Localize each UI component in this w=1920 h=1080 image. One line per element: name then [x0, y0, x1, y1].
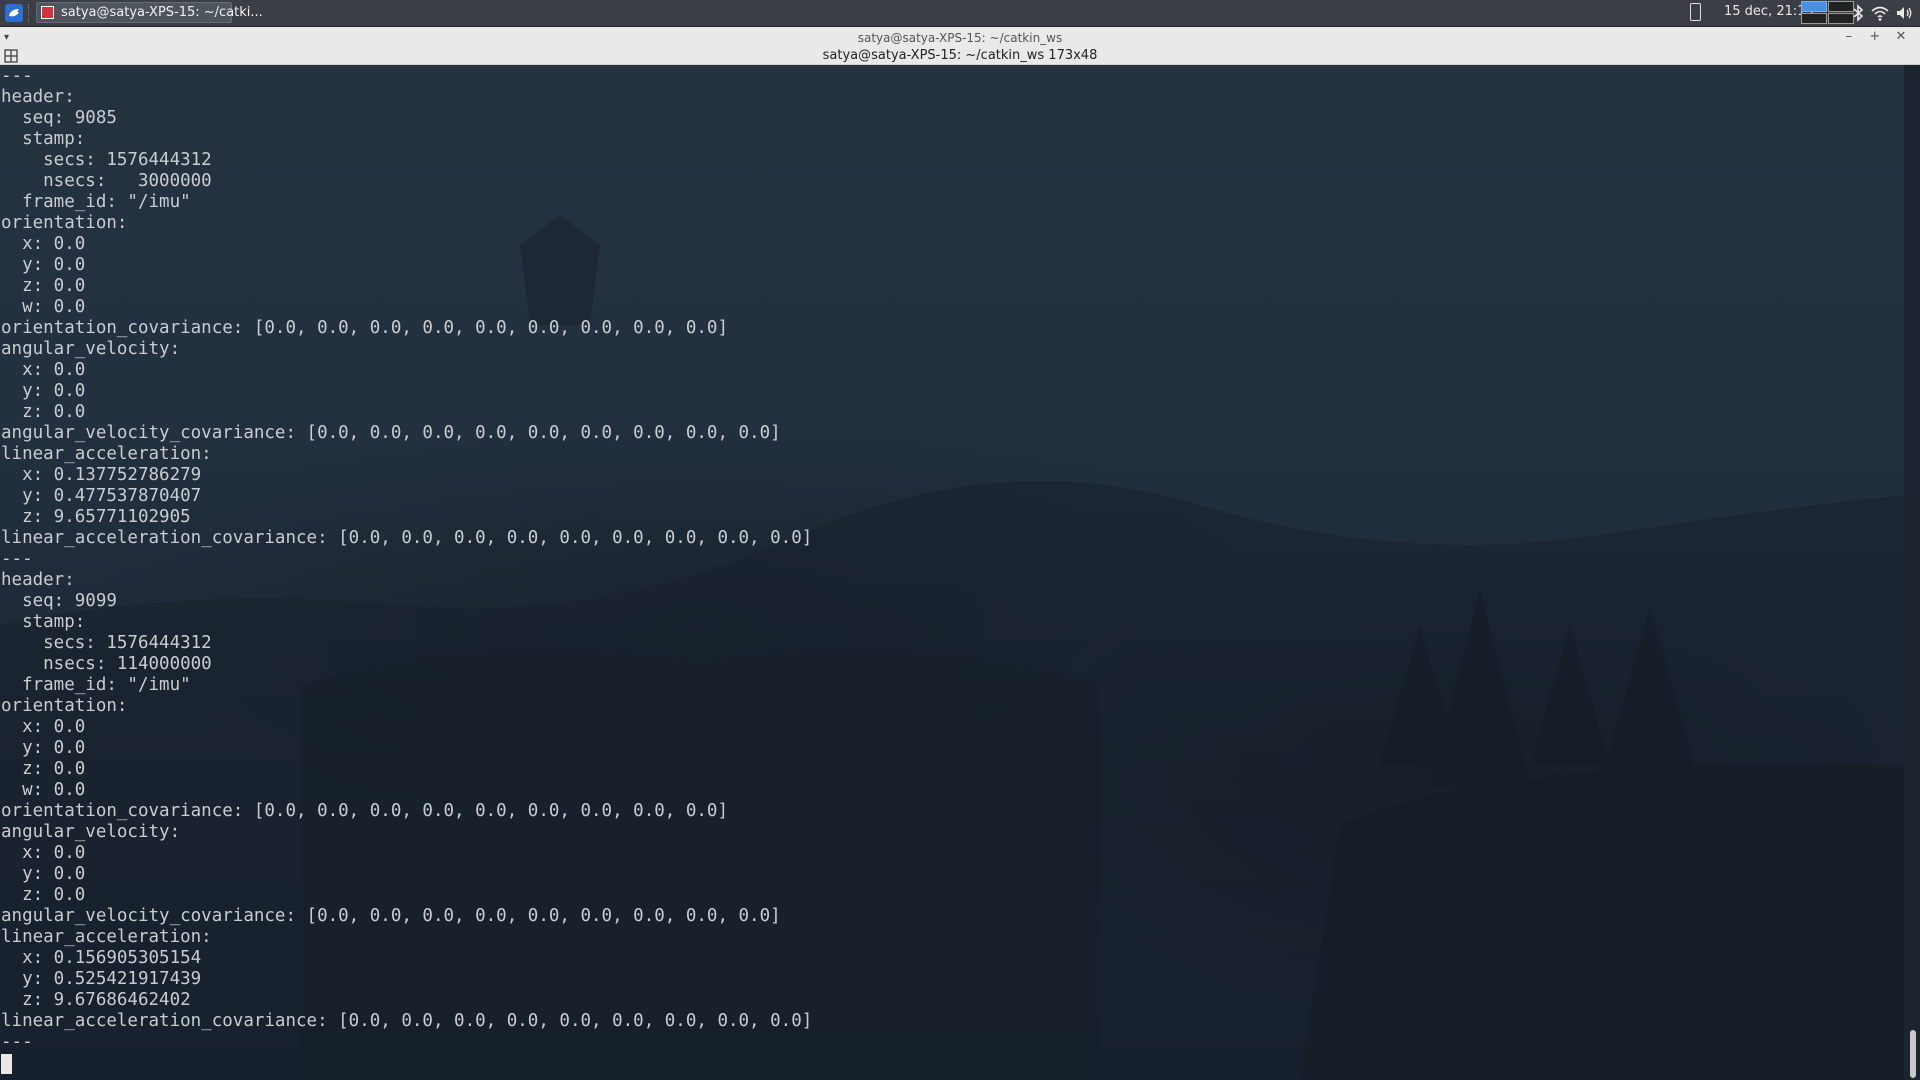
terminal-line: ---	[1, 66, 33, 86]
terminal-line: y: 0.0	[1, 255, 86, 275]
terminal-line: z: 0.0	[1, 276, 86, 296]
terminal-line: angular_velocity_covariance: [0.0, 0.0, …	[1, 423, 781, 443]
terminal-line: x: 0.0	[1, 234, 86, 254]
terminal-line: w: 0.0	[1, 780, 86, 800]
terminal-line: header:	[1, 570, 75, 590]
battery-icon[interactable]	[1690, 3, 1701, 21]
terminal-cursor	[1, 1054, 12, 1074]
terminal-line: angular_velocity:	[1, 822, 181, 842]
terminal-line: linear_acceleration_covariance: [0.0, 0.…	[1, 1011, 813, 1031]
terminal-output-area[interactable]: --- header: seq: 9085 stamp: secs: 157644…	[0, 65, 1904, 1080]
window-controls: – + ✕	[1838, 29, 1912, 44]
bluetooth-icon[interactable]	[1848, 3, 1868, 23]
terminal-line: z: 0.0	[1, 402, 86, 422]
terminal-line: z: 9.67686462402	[1, 990, 191, 1010]
terminal-line: z: 0.0	[1, 885, 86, 905]
terminal-line: orientation:	[1, 696, 128, 716]
terminal-line: secs: 1576444312	[1, 150, 212, 170]
terminal-line: linear_acceleration_covariance: [0.0, 0.…	[1, 528, 813, 548]
terminal-line: orientation:	[1, 213, 128, 233]
top-panel: satya@satya-XPS-15: ~/catki... 15 dec, 2…	[0, 0, 1920, 27]
terminal-line: y: 0.0	[1, 381, 86, 401]
terminal-line: x: 0.0	[1, 843, 86, 863]
window-titlebar[interactable]: ▾ satya@satya-XPS-15: ~/catkin_ws – + ✕ …	[0, 27, 1920, 65]
panel-separator	[28, 4, 31, 22]
terminal-line: y: 0.0	[1, 864, 86, 884]
terminal-line: nsecs: 3000000	[1, 171, 212, 191]
volume-icon[interactable]	[1894, 3, 1914, 23]
terminal-line: seq: 9099	[1, 591, 117, 611]
minimize-button[interactable]: –	[1838, 29, 1860, 44]
terminal-line: x: 0.0	[1, 717, 86, 737]
terminal-line: stamp:	[1, 612, 86, 632]
terminal-line: stamp:	[1, 129, 86, 149]
terminal-app-icon	[41, 6, 54, 19]
terminal-line: header:	[1, 87, 75, 107]
terminal-scrollbar[interactable]	[1904, 65, 1920, 1080]
tab-bar: satya@satya-XPS-15: ~/catkin_ws 173x48	[0, 47, 1920, 64]
terminal-line: frame_id: "/imu"	[1, 675, 191, 695]
terminal-line: frame_id: "/imu"	[1, 192, 191, 212]
terminal-line: orientation_covariance: [0.0, 0.0, 0.0, …	[1, 801, 728, 821]
terminal-line: x: 0.0	[1, 360, 86, 380]
terminal-text: --- header: seq: 9085 stamp: secs: 157644…	[1, 66, 812, 1053]
workspace-1[interactable]	[1801, 1, 1827, 12]
terminal-line: ---	[1, 1032, 33, 1052]
terminal-line: y: 0.477537870407	[1, 486, 202, 506]
terminal-line: nsecs: 114000000	[1, 654, 212, 674]
terminal-line: linear_acceleration:	[1, 927, 212, 947]
taskbar-terminal-button[interactable]: satya@satya-XPS-15: ~/catki...	[36, 2, 263, 23]
app-menu-icon[interactable]	[4, 3, 24, 23]
terminal-line: x: 0.156905305154	[1, 948, 202, 968]
terminal-line: x: 0.137752786279	[1, 465, 202, 485]
terminal-line: orientation_covariance: [0.0, 0.0, 0.0, …	[1, 318, 728, 338]
workspace-3[interactable]	[1801, 13, 1827, 24]
scrollbar-thumb[interactable]	[1910, 1030, 1916, 1078]
wifi-icon[interactable]	[1870, 3, 1890, 23]
terminal-line: z: 0.0	[1, 759, 86, 779]
terminal-line: angular_velocity:	[1, 339, 181, 359]
window-title: satya@satya-XPS-15: ~/catkin_ws	[857, 31, 1063, 45]
close-button[interactable]: ✕	[1890, 29, 1912, 44]
terminal-line: seq: 9085	[1, 108, 117, 128]
terminal-line: angular_velocity_covariance: [0.0, 0.0, …	[1, 906, 781, 926]
tab-title[interactable]: satya@satya-XPS-15: ~/catkin_ws 173x48	[0, 48, 1920, 63]
terminal-line: y: 0.0	[1, 738, 86, 758]
terminal-line: linear_acceleration:	[1, 444, 212, 464]
terminal-line: z: 9.65771102905	[1, 507, 191, 527]
terminal-line: ---	[1, 549, 33, 569]
terminal-line: w: 0.0	[1, 297, 86, 317]
taskbar-terminal-label: satya@satya-XPS-15: ~/catki...	[61, 5, 263, 20]
maximize-button[interactable]: +	[1864, 29, 1886, 44]
terminal-line: y: 0.525421917439	[1, 969, 202, 989]
terminal-line: secs: 1576444312	[1, 633, 212, 653]
